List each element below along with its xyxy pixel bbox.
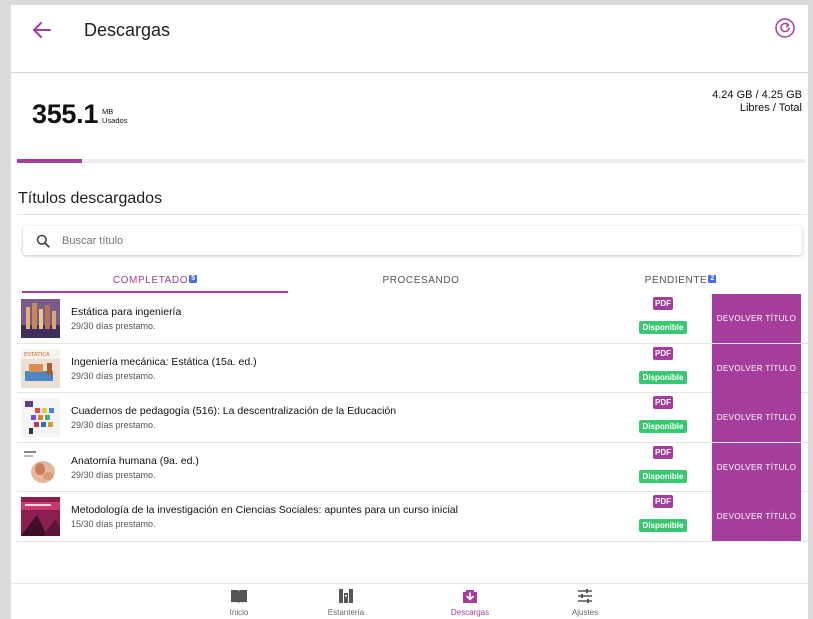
return-title-button[interactable]: DEVOLVER TÍTULO bbox=[712, 442, 801, 492]
free-total-storage: 4.24 GB / 4.25 GB Libres / Total bbox=[712, 89, 802, 115]
book-open-icon bbox=[231, 590, 247, 603]
list-item[interactable]: Anatomía humana (9a. ed.) 29/30 días pre… bbox=[17, 442, 808, 493]
used-storage-unit: MB Usados bbox=[102, 107, 127, 125]
tab-pending-count: 2 bbox=[708, 275, 717, 283]
free-total-value: 4.24 GB / 4.25 GB bbox=[712, 89, 802, 101]
nav-settings[interactable]: Ajustes bbox=[545, 586, 625, 619]
used-unit-label: MB bbox=[102, 107, 114, 116]
tab-pending-label: PENDIENTE bbox=[644, 274, 708, 286]
status-badge: Disponible bbox=[639, 519, 687, 533]
return-title-button[interactable]: DEVOLVER TÍTULO bbox=[712, 294, 801, 343]
downloaded-titles-list: Estática para ingeniería 29/30 días pres… bbox=[17, 294, 808, 542]
return-title-button[interactable]: DEVOLVER TÍTULO bbox=[712, 393, 801, 443]
active-tab-indicator bbox=[22, 291, 288, 293]
nav-home[interactable]: Inicio bbox=[199, 586, 279, 619]
search-icon bbox=[36, 234, 50, 248]
nav-downloads[interactable]: Descargas bbox=[430, 586, 510, 619]
status-badge: Disponible bbox=[639, 370, 687, 384]
downloads-screen: Descargas 355.1 MB Usados 4.24 GB / 4.25… bbox=[11, 5, 808, 619]
book-cover-image bbox=[21, 447, 60, 487]
list-item[interactable]: Cuadernos de pedagogía (516): La descent… bbox=[17, 393, 808, 443]
loan-days: 29/30 días prestamo. bbox=[71, 370, 156, 381]
book-title: Estática para ingeniería bbox=[71, 306, 182, 318]
free-total-label: Libres / Total bbox=[739, 102, 802, 114]
nav-bookshelf-label: Estantería bbox=[327, 608, 365, 617]
status-tabs: COMPLETADO 5 PROCESANDO PENDIENTE 2 bbox=[17, 267, 807, 293]
book-cover-image bbox=[21, 398, 60, 438]
cover-text: ESTATICA bbox=[24, 352, 50, 358]
back-button[interactable] bbox=[29, 17, 55, 43]
format-badge: PDF bbox=[653, 396, 673, 410]
tab-completed[interactable]: COMPLETADO 5 bbox=[22, 267, 288, 293]
return-title-button[interactable]: DEVOLVER TÍTULO bbox=[712, 492, 801, 542]
status-badge: Disponible bbox=[639, 420, 687, 434]
list-item[interactable]: Estática para ingeniería 29/30 días pres… bbox=[17, 294, 808, 344]
format-badge: PDF bbox=[653, 495, 673, 509]
book-title: Anatomía humana (9a. ed.) bbox=[71, 454, 199, 467]
used-storage-value: 355.1 bbox=[32, 99, 99, 129]
status-badge: Disponible bbox=[639, 469, 687, 483]
section-divider bbox=[17, 214, 807, 215]
book-cover-image bbox=[21, 497, 60, 537]
loan-days: 29/30 días prestamo. bbox=[71, 420, 156, 431]
loan-days: 29/30 días prestamo. bbox=[71, 321, 156, 331]
tab-completed-count: 5 bbox=[189, 275, 198, 283]
sliders-icon bbox=[578, 589, 592, 603]
tab-completed-label: COMPLETADO bbox=[112, 274, 189, 286]
bottom-navigation: Inicio Estantería Descargas Ajustes bbox=[11, 583, 808, 619]
loan-days: 29/30 días prestamo. bbox=[71, 469, 156, 480]
bookshelf-icon bbox=[339, 589, 353, 603]
section-title: Títulos descargados bbox=[18, 190, 163, 207]
format-badge: PDF bbox=[653, 297, 673, 310]
storage-progress-track bbox=[17, 159, 805, 163]
page-title: Descargas bbox=[84, 20, 171, 40]
search-bar bbox=[23, 226, 802, 255]
nav-downloads-label: Descargas bbox=[450, 608, 490, 617]
arrow-left-icon bbox=[33, 22, 51, 38]
loan-days: 15/30 días prestamo. bbox=[71, 519, 156, 530]
nav-home-label: Inicio bbox=[229, 608, 249, 617]
used-label: Usados bbox=[102, 116, 128, 125]
refresh-icon bbox=[775, 18, 795, 38]
tab-processing-label: PROCESANDO bbox=[382, 274, 460, 286]
format-badge: PDF bbox=[653, 346, 673, 360]
status-badge: Disponible bbox=[639, 321, 687, 334]
book-cover-image: ESTATICA bbox=[21, 348, 60, 388]
tab-pending[interactable]: PENDIENTE 2 bbox=[554, 267, 807, 293]
book-title: Ingeniería mecánica: Estática (15a. ed.) bbox=[71, 355, 257, 368]
book-title: Metodología de la investigación en Cienc… bbox=[71, 504, 458, 517]
search-input[interactable] bbox=[62, 234, 762, 247]
app-bar: Descargas bbox=[11, 5, 808, 73]
download-icon bbox=[463, 590, 477, 603]
book-title: Cuadernos de pedagogía (516): La descent… bbox=[71, 405, 397, 418]
storage-progress-fill bbox=[17, 159, 82, 163]
book-cover-image bbox=[21, 299, 60, 338]
return-title-button[interactable]: DEVOLVER TÍTULO bbox=[712, 343, 801, 393]
refresh-button[interactable] bbox=[774, 17, 796, 39]
tab-processing[interactable]: PROCESANDO bbox=[288, 267, 554, 293]
format-badge: PDF bbox=[653, 445, 673, 459]
list-item[interactable]: Metodología de la investigación en Cienc… bbox=[17, 492, 808, 542]
list-item[interactable]: ESTATICA Ingeniería mecánica: Estática (… bbox=[17, 343, 808, 394]
nav-settings-label: Ajustes bbox=[571, 608, 599, 617]
nav-bookshelf[interactable]: Estantería bbox=[306, 586, 386, 619]
